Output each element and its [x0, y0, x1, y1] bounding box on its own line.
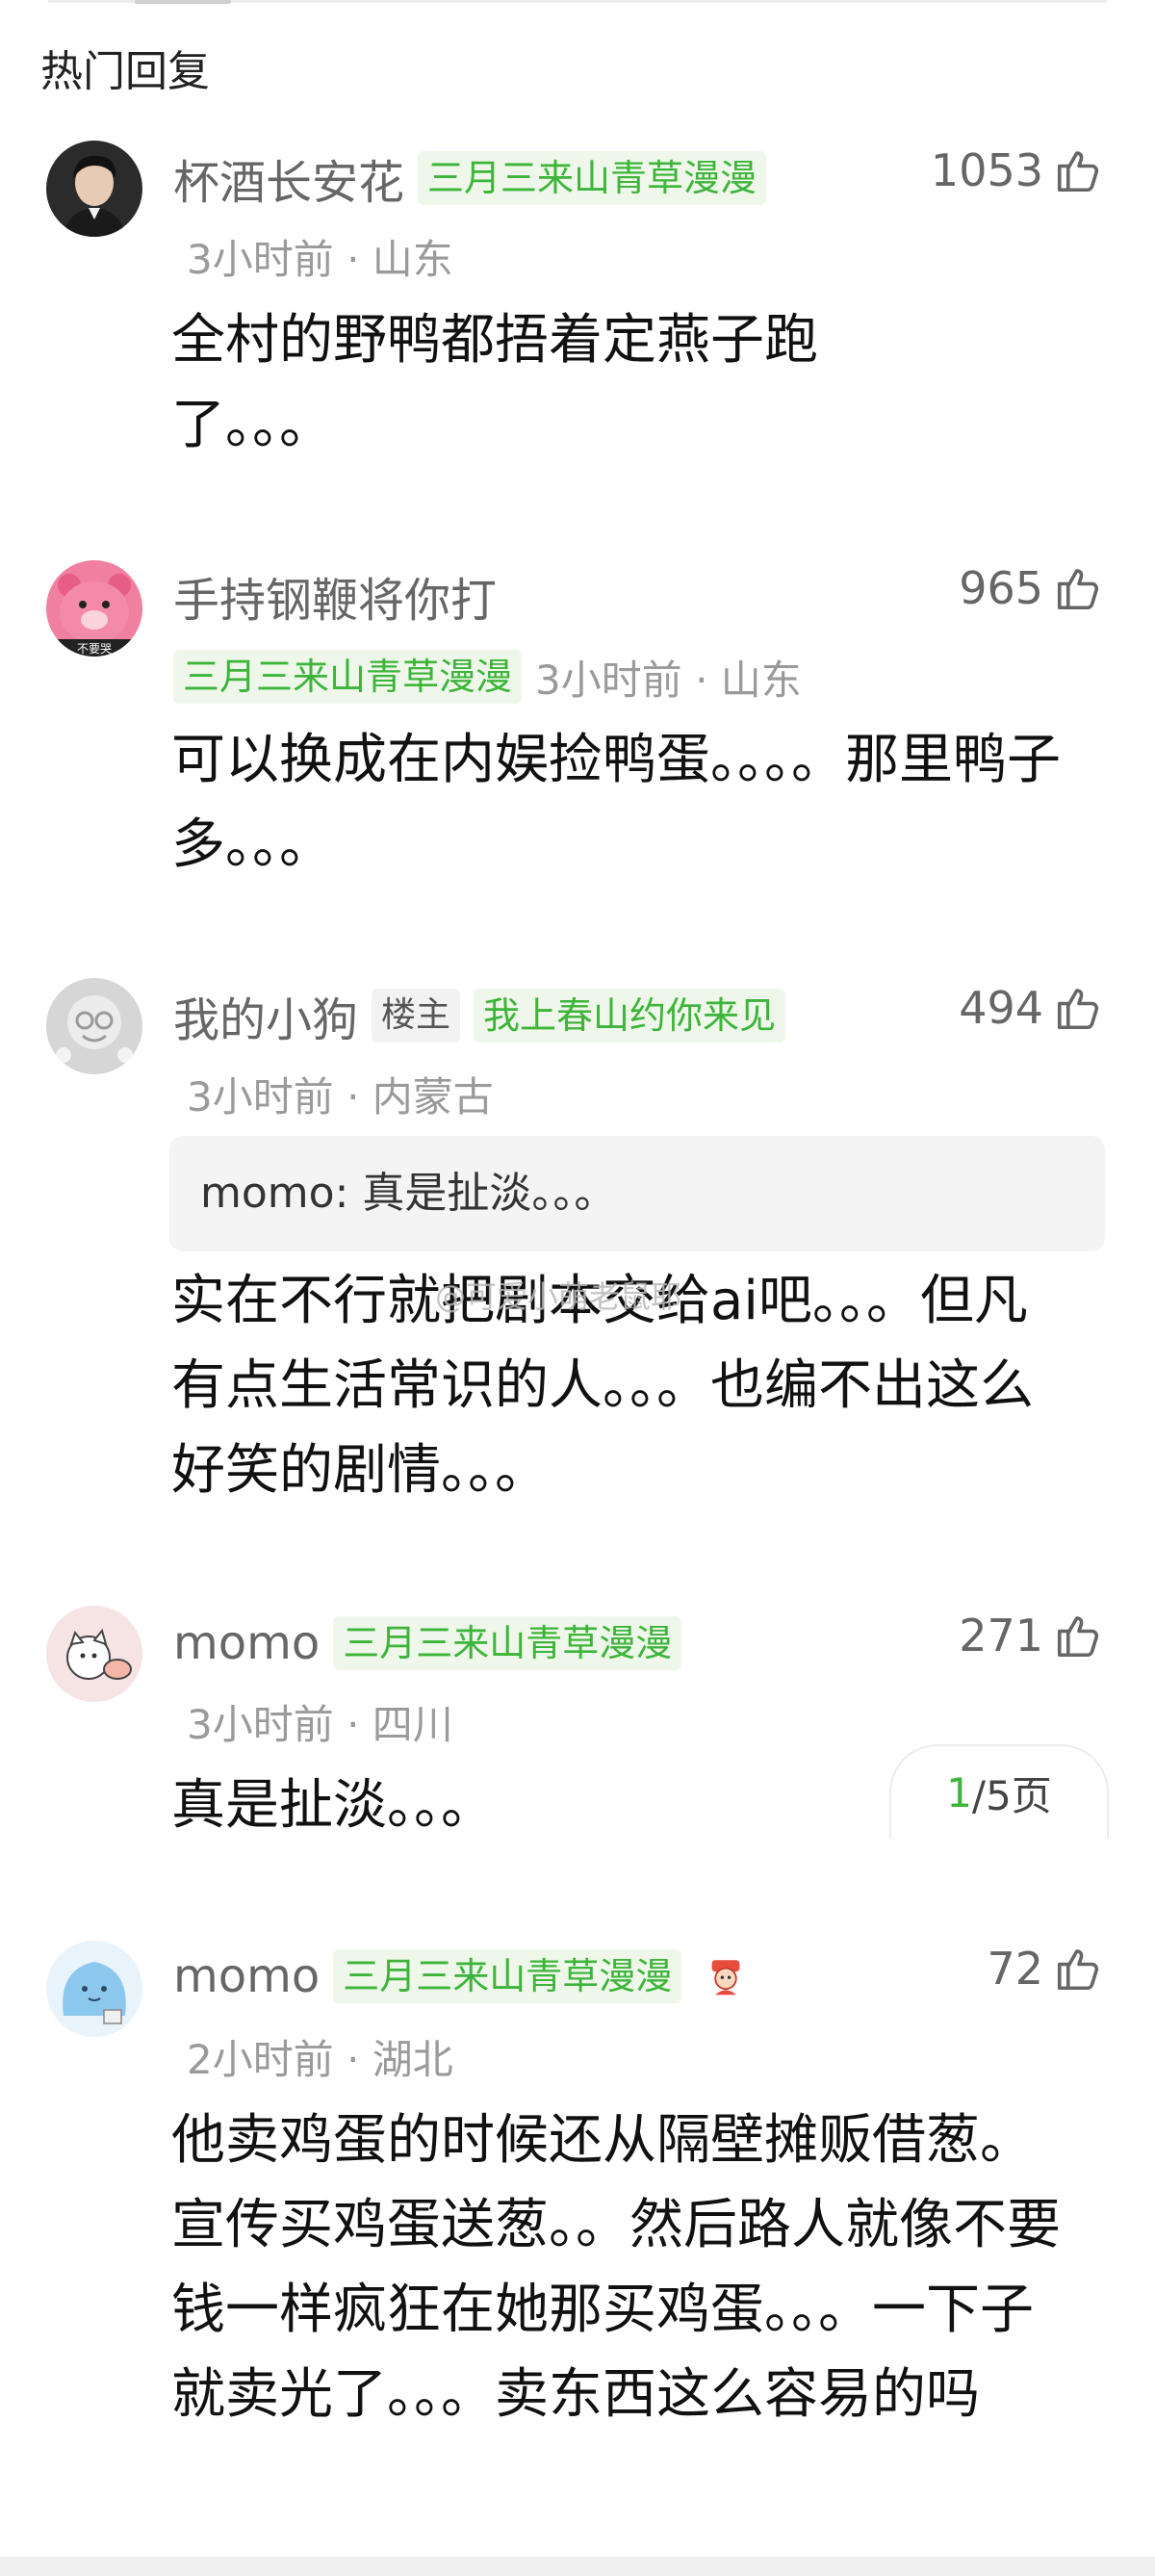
avatar-portrait-icon[interactable]: [46, 141, 142, 237]
username[interactable]: 杯酒长安花: [173, 144, 404, 212]
avatar-cartoon-cat-icon[interactable]: [46, 1606, 142, 1702]
fan-tag[interactable]: 三月三来山青草漫漫: [173, 650, 523, 704]
like-button[interactable]: 271: [959, 1610, 1105, 1662]
comment-meta: 3小时前 · 四川: [187, 1701, 453, 1748]
thumbs-up-icon: [1057, 1616, 1099, 1658]
page-current: 1: [946, 1768, 972, 1816]
thumbs-up-icon: [1057, 569, 1099, 610]
username[interactable]: momo: [173, 1616, 320, 1670]
page-total: /5页: [971, 1771, 1052, 1819]
like-count: 494: [959, 982, 1043, 1034]
like-count: 271: [959, 1610, 1043, 1662]
svg-text:不要哭: 不要哭: [77, 642, 112, 656]
avatar-blue-blob-icon[interactable]: [46, 1941, 142, 2037]
username[interactable]: 我的小狗: [173, 982, 358, 1049]
thumbs-up-icon: [1057, 1949, 1099, 1991]
page-indicator[interactable]: 1/5页: [889, 1744, 1109, 1839]
username[interactable]: momo: [173, 1949, 320, 2003]
top-divider: [48, 0, 1107, 4]
like-button[interactable]: 72: [987, 1943, 1105, 1995]
comment-meta: 3小时前 · 内蒙古: [187, 1073, 494, 1121]
author-badge: 楼主: [372, 989, 461, 1043]
drag-handle[interactable]: [135, 0, 231, 4]
section-title: 热门回复: [40, 47, 210, 96]
fan-tag[interactable]: 三月三来山青草漫漫: [418, 151, 767, 205]
comment-meta: 3小时前 · 山东: [535, 656, 802, 704]
like-button[interactable]: 494: [959, 982, 1105, 1034]
avatar-gray-face-icon[interactable]: [46, 978, 142, 1074]
like-button[interactable]: 965: [959, 562, 1105, 614]
comment-text: 全村的野鸭都捂着定燕子跑了。。。: [171, 309, 818, 456]
bottom-bar: [0, 2557, 1155, 2576]
fan-tag[interactable]: 我上春山约你来见: [474, 989, 786, 1043]
comment-meta: 3小时前 · 山东: [187, 236, 453, 283]
like-count: 1053: [930, 144, 1043, 196]
thumbs-up-icon: [1057, 151, 1099, 193]
avatar-pink-bear-icon[interactable]: 不要哭: [46, 560, 142, 657]
fan-tag[interactable]: 三月三来山青草漫漫: [333, 1616, 682, 1670]
comment-text: 他卖鸡蛋的时候还从隔壁摊贩借葱。宣传买鸡蛋送葱。。然后路人就像不要钱一样疯狂在她…: [171, 2109, 1061, 2426]
like-button[interactable]: 1053: [931, 144, 1105, 196]
username[interactable]: 手持钢鞭将你打: [173, 562, 497, 630]
quoted-reply[interactable]: momo: 真是扯淡。。。: [169, 1136, 1105, 1251]
comment-meta: 2小时前 · 湖北: [187, 2036, 453, 2083]
emoji-badge-icon: [711, 1960, 740, 1996]
thumbs-up-icon: [1057, 989, 1099, 1030]
comment-text: 可以换成在内娱捡鸭蛋。。。。那里鸭子多。。。: [171, 729, 1061, 876]
watermark: @可爱小萌老鼠耶: [435, 1278, 682, 1315]
like-count: 965: [959, 562, 1043, 614]
like-count: 72: [987, 1943, 1043, 1995]
fan-tag[interactable]: 三月三来山青草漫漫: [333, 1949, 682, 2003]
